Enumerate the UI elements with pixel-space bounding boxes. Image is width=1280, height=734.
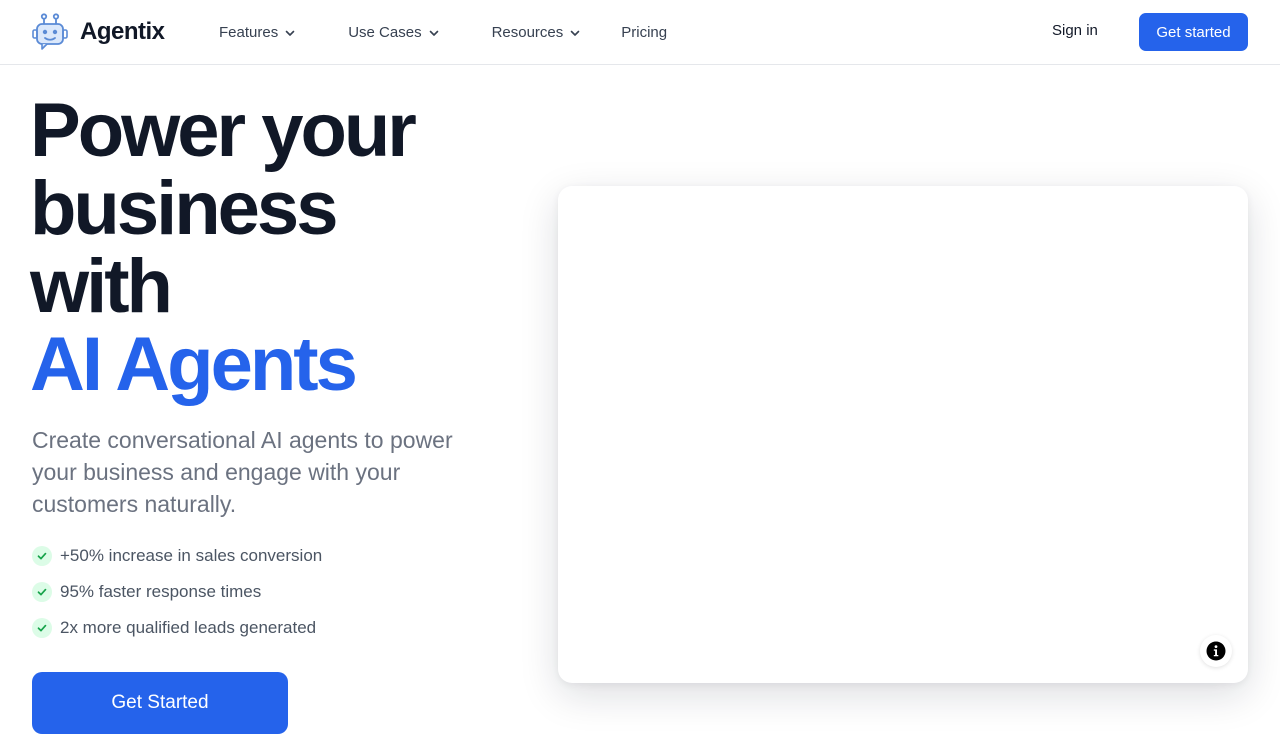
hero-title-line-3: with	[30, 244, 173, 329]
nav-use-cases[interactable]: Use Cases	[348, 24, 439, 41]
nav-pricing-label: Pricing	[621, 23, 668, 41]
feature-text: 2x more qualified leads generated	[60, 618, 317, 637]
feature-item: +50% increase in sales conversion	[32, 544, 322, 568]
chevron-down-icon	[428, 26, 440, 39]
nav-use-cases-label: Use Cases	[348, 23, 422, 41]
demo-preview-card	[558, 186, 1248, 683]
hero-title-line-2: business	[30, 166, 338, 251]
nav-features-label: Features	[219, 23, 279, 41]
nav-resources[interactable]: Resources	[492, 24, 582, 41]
feature-item: 95% faster response times	[32, 580, 322, 604]
get-started-hero-button[interactable]: Get Started	[32, 672, 288, 734]
main-nav: Features Use Cases Resources Pricing	[219, 0, 667, 64]
check-icon	[32, 546, 52, 566]
robot-icon	[32, 13, 68, 51]
get-started-header-button[interactable]: Get started	[1139, 13, 1248, 51]
hero-subtitle: Create conversational AI agents to power…	[32, 427, 453, 517]
nav-resources-label: Resources	[491, 23, 564, 41]
brand-logo[interactable]: Agentix	[32, 13, 165, 51]
hero-title: Power your business with AI Agents	[30, 92, 510, 404]
site-header: Agentix Features Use Cases Resources Pri…	[0, 0, 1280, 65]
check-icon	[32, 582, 52, 602]
hero-title-line-1: Power your	[30, 88, 417, 173]
brand-name: Agentix	[80, 18, 165, 45]
check-icon	[32, 618, 52, 638]
chevron-down-icon	[569, 26, 581, 39]
info-button[interactable]	[1200, 635, 1232, 667]
feature-list: +50% increase in sales conversion 95% fa…	[32, 544, 322, 652]
chevron-down-icon	[284, 26, 296, 39]
nav-features[interactable]: Features	[219, 24, 296, 41]
feature-text: +50% increase in sales conversion	[60, 546, 323, 565]
feature-text: 95% faster response times	[60, 582, 262, 601]
feature-item: 2x more qualified leads generated	[32, 616, 322, 640]
nav-pricing[interactable]: Pricing	[621, 24, 667, 41]
sign-in-link[interactable]: Sign in	[1052, 22, 1098, 39]
info-icon	[1206, 641, 1226, 661]
hero-title-accent: AI Agents	[30, 322, 358, 407]
